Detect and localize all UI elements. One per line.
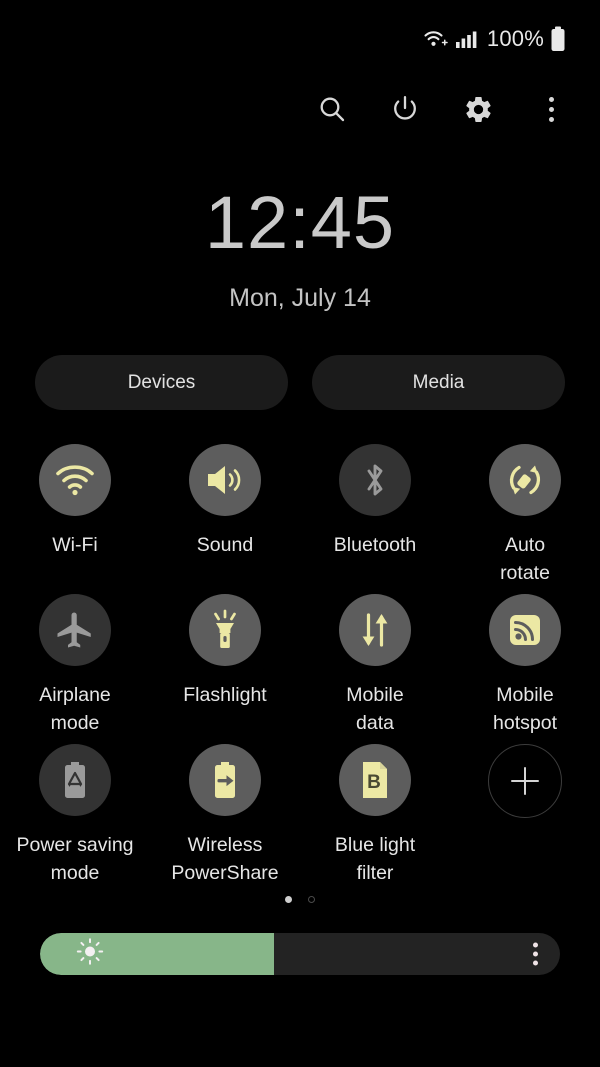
tile-label: Flashlight xyxy=(183,684,267,706)
auto-rotate-icon xyxy=(489,444,561,516)
svg-text:B: B xyxy=(367,772,381,793)
bluetooth-icon xyxy=(339,444,411,516)
wifi-icon xyxy=(39,444,111,516)
plus-icon xyxy=(488,744,562,818)
hotspot-icon xyxy=(489,594,561,666)
tile-auto-rotate[interactable]: Auto rotate xyxy=(450,444,600,594)
page-dot-1[interactable] xyxy=(285,896,292,903)
tile-label: Mobile hotspot xyxy=(493,684,557,734)
battery-percent-label: 100% xyxy=(486,26,544,51)
overflow-menu-icon[interactable] xyxy=(530,88,572,130)
airplane-icon xyxy=(39,594,111,666)
battery-full-icon xyxy=(550,26,566,52)
settings-gear-icon[interactable] xyxy=(457,88,499,130)
brightness-sun-icon xyxy=(76,938,104,971)
power-saving-icon xyxy=(39,744,111,816)
flashlight-icon xyxy=(189,594,261,666)
powershare-icon xyxy=(189,744,261,816)
panel-toolbar xyxy=(311,88,572,130)
clock-area: 12:45 Mon, July 14 xyxy=(0,186,600,313)
tile-add-button[interactable] xyxy=(450,744,600,894)
status-bar: 100% xyxy=(0,0,600,78)
page-indicator xyxy=(0,896,600,903)
cellular-signal-icon xyxy=(455,29,477,49)
tile-wireless-powershare[interactable]: Wireless PowerShare xyxy=(150,744,300,894)
tile-power-saving-mode[interactable]: Power saving mode xyxy=(0,744,150,894)
wifi-plus-icon xyxy=(423,28,449,50)
tile-bluetooth[interactable]: Bluetooth xyxy=(300,444,450,594)
brightness-slider[interactable] xyxy=(40,933,560,975)
quick-settings-panel: 100% 12:45 Mon, July 14 Devices Media Wi… xyxy=(0,0,600,1067)
tile-label: Bluetooth xyxy=(333,534,417,556)
mobile-data-icon xyxy=(339,594,411,666)
brightness-options-icon[interactable] xyxy=(533,942,538,966)
sound-icon xyxy=(189,444,261,516)
tile-label: Wireless PowerShare xyxy=(171,834,279,884)
clock-time[interactable]: 12:45 xyxy=(0,186,600,260)
tile-label: Blue light filter xyxy=(334,834,416,884)
tile-airplane-mode[interactable]: Airplane mode xyxy=(0,594,150,744)
tile-label: Wi-Fi xyxy=(52,534,98,556)
shortcut-buttons: Devices Media xyxy=(35,355,565,410)
page-dot-2[interactable] xyxy=(308,896,315,903)
tile-flashlight[interactable]: Flashlight xyxy=(150,594,300,744)
tile-mobile-hotspot[interactable]: Mobile hotspot xyxy=(450,594,600,744)
tile-mobile-data[interactable]: Mobile data xyxy=(300,594,450,744)
blue-light-filter-icon: B xyxy=(339,744,411,816)
media-button[interactable]: Media xyxy=(312,355,565,410)
tile-blue-light-filter[interactable]: B Blue light filter xyxy=(300,744,450,894)
tile-label: Airplane mode xyxy=(39,684,111,734)
tile-sound[interactable]: Sound xyxy=(150,444,300,594)
power-icon[interactable] xyxy=(384,88,426,130)
search-icon[interactable] xyxy=(311,88,353,130)
tile-wifi[interactable]: Wi-Fi xyxy=(0,444,150,594)
tile-label: Auto rotate xyxy=(500,534,550,584)
tile-label: Mobile data xyxy=(346,684,404,734)
clock-date[interactable]: Mon, July 14 xyxy=(0,284,600,313)
tile-label: Sound xyxy=(196,534,254,556)
devices-button[interactable]: Devices xyxy=(35,355,288,410)
quick-settings-tile-grid: Wi-Fi Sound Bluetooth Auto rotate Airpla… xyxy=(0,444,600,894)
tile-label: Power saving mode xyxy=(16,834,134,884)
